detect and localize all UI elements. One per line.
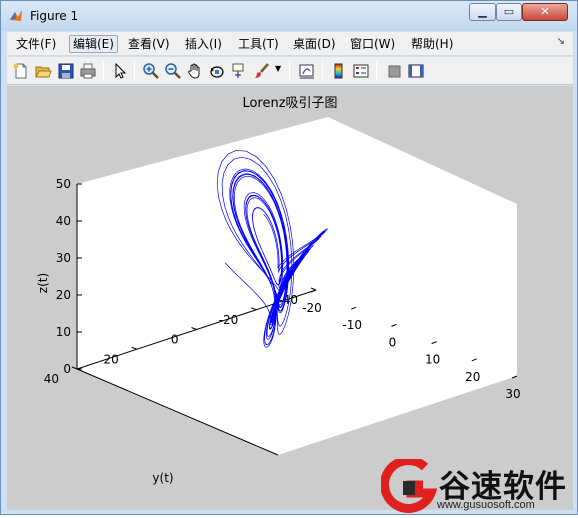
brush-dropdown-icon[interactable]: ▼	[275, 64, 281, 73]
matlab-icon	[10, 10, 22, 21]
print-icon[interactable]	[79, 62, 97, 80]
title-bar[interactable]: Figure 1 ▁ ▭ ✕	[1, 1, 577, 31]
save-icon[interactable]	[57, 62, 75, 80]
colorbar-icon[interactable]	[330, 62, 348, 80]
menu-insert[interactable]: 插入(I)	[182, 35, 225, 53]
z-axis-label: z(t)	[36, 273, 50, 293]
rotate-3d-icon[interactable]	[208, 62, 226, 80]
x-tick-label: 0	[389, 335, 397, 349]
lorenz-3d-plot[interactable]: -20-10010203040200-20-4050403020100 Lore…	[7, 86, 573, 510]
x-tick-label: -10	[342, 318, 362, 332]
z-tick-label: 30	[56, 251, 71, 265]
gusu-logo-icon	[380, 456, 438, 513]
x-tick-label: 10	[425, 353, 440, 367]
x-tick-label: 20	[465, 370, 480, 384]
toolbar-separator	[322, 61, 323, 81]
pointer-icon[interactable]	[111, 62, 129, 80]
pan-hand-icon[interactable]	[186, 62, 204, 80]
chart-title: Lorenz吸引子图	[242, 96, 337, 111]
menu-desktop[interactable]: 桌面(D)	[290, 35, 339, 53]
toolbar-separator	[289, 61, 290, 81]
menubar-overflow-icon[interactable]: ↘	[557, 36, 565, 47]
brush-icon[interactable]	[253, 62, 271, 80]
y-tick	[71, 366, 78, 370]
link-plot-icon[interactable]	[298, 62, 316, 80]
y-tick-label: 0	[171, 333, 179, 347]
window-title: Figure 1	[30, 9, 79, 23]
zoom-in-icon[interactable]	[142, 62, 160, 80]
close-button[interactable]: ✕	[522, 3, 568, 21]
y-axis-label: y(t)	[152, 471, 173, 485]
z-tick-label: 0	[63, 362, 71, 376]
z-tick-label: 50	[56, 177, 71, 191]
x-tick-label: 30	[505, 387, 520, 401]
maximize-button[interactable]: ▭	[496, 3, 522, 21]
y-tick-label: -20	[219, 313, 239, 327]
menu-help[interactable]: 帮助(H)	[408, 35, 456, 53]
z-tick-label: 40	[56, 214, 71, 228]
z-tick-label: 20	[56, 288, 71, 302]
new-file-icon[interactable]	[12, 62, 30, 80]
figure-window: Figure 1 ▁ ▭ ✕ 文件(F) 编辑(E) 查看(V) 插入(I) 工…	[0, 0, 578, 515]
toolbar-separator	[376, 61, 377, 81]
menu-tools[interactable]: 工具(T)	[235, 35, 282, 53]
data-cursor-icon[interactable]	[230, 62, 248, 80]
menu-file[interactable]: 文件(F)	[13, 35, 59, 53]
axes-background	[77, 117, 517, 455]
menu-window[interactable]: 窗口(W)	[347, 35, 398, 53]
minimize-button[interactable]: ▁	[469, 3, 496, 21]
watermark: 谷速软件 www.gusuosoft.com	[380, 456, 577, 515]
figure-canvas[interactable]: -20 -10 0 10 20 30 40 20 0 -20 -40 50 40 30 20 10 0 Lore…	[7, 86, 573, 510]
toolbar-separator	[103, 61, 104, 81]
toolbar-separator	[134, 61, 135, 81]
menu-edit[interactable]: 编辑(E)	[69, 35, 118, 53]
watermark-url: www.gusuosoft.com	[437, 499, 535, 511]
open-folder-icon[interactable]	[34, 62, 52, 80]
z-tick-label: 10	[56, 325, 71, 339]
x-tick-label: -20	[302, 301, 322, 315]
hide-plot-tools-icon[interactable]	[385, 62, 403, 80]
legend-icon[interactable]	[352, 62, 370, 80]
y-tick-label: 40	[44, 372, 59, 386]
show-plot-tools-icon[interactable]	[407, 62, 425, 80]
menu-view[interactable]: 查看(V)	[125, 35, 173, 53]
zoom-out-icon[interactable]	[164, 62, 182, 80]
y-tick-label: 20	[103, 352, 118, 366]
figure-toolbar: ▼	[7, 57, 573, 85]
menu-bar: 文件(F) 编辑(E) 查看(V) 插入(I) 工具(T) 桌面(D) 窗口(W…	[7, 32, 573, 56]
